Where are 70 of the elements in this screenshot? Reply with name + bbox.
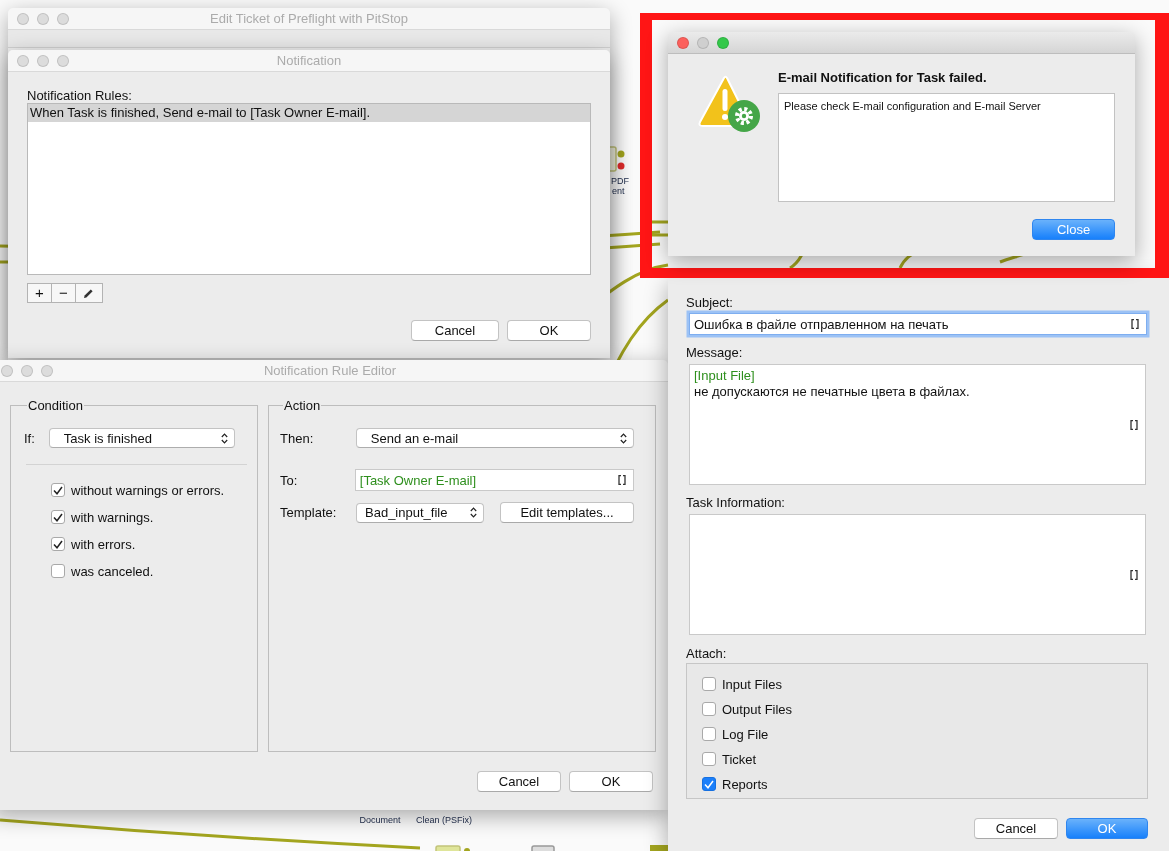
checkmark-icon [53, 539, 63, 549]
field-label: Then: [280, 430, 315, 446]
checkbox-label: Reports [722, 776, 768, 792]
field-label: Message: [686, 345, 744, 360]
warning-gear-icon [697, 75, 761, 133]
pencil-icon [83, 287, 95, 299]
checkbox-label: was canceled. [71, 563, 154, 579]
group-title: Condition [27, 398, 84, 413]
list-label: Notification Rules: [27, 88, 133, 103]
checkbox-label: with errors. [71, 536, 136, 552]
checkbox[interactable] [51, 510, 65, 524]
checkbox[interactable] [702, 727, 716, 741]
checkbox[interactable] [702, 752, 716, 766]
zoom-button[interactable] [717, 37, 729, 49]
checkbox[interactable] [702, 777, 716, 791]
ok-button[interactable]: OK [507, 320, 591, 341]
cancel-button[interactable]: Cancel [974, 818, 1058, 839]
dropdown[interactable]: Send an e-mail [355, 428, 634, 448]
updown-arrows-icon [220, 432, 228, 444]
updown-arrows-icon [470, 507, 477, 518]
field-label: Subject: [686, 295, 734, 310]
checkbox[interactable] [702, 677, 716, 691]
checkbox-label: Input Files [722, 676, 782, 692]
rule-row[interactable]: When Task is finished, Send e-mail to [Task Owner E-mail]. [28, 104, 590, 122]
node-label: Document [358, 815, 402, 825]
field-label: Template: [280, 505, 338, 520]
dropdown[interactable]: Bad_input_file [356, 502, 484, 523]
checkbox-label: without warnings or errors. [71, 482, 225, 498]
message-box: Please check E-mail configuration and E-mail Server [778, 93, 1115, 202]
brackets-icon [1131, 319, 1139, 329]
checkmark-icon [53, 485, 63, 495]
brackets-icon [1130, 420, 1138, 430]
remove-button[interactable]: − [51, 284, 76, 302]
checkbox-label: Ticket [722, 751, 757, 767]
task-information-field[interactable] [689, 514, 1146, 635]
checkmark-icon [53, 512, 63, 522]
alert-heading: E-mail Notification for Task failed. [778, 70, 988, 86]
checkbox[interactable] [51, 537, 65, 551]
field-label: To: [280, 472, 299, 488]
checkbox-label: Output Files [722, 701, 793, 717]
field-label: If: [24, 430, 35, 446]
field-label: Task Information: [686, 495, 786, 510]
node-label: PDF [611, 176, 629, 186]
recipient-field[interactable]: [Task Owner E-mail] [354, 469, 634, 491]
close-button[interactable] [677, 37, 689, 49]
node-label: Clean (PSFix) [415, 815, 473, 825]
add-button[interactable]: + [28, 284, 52, 302]
group-title: Action [283, 398, 322, 413]
node-label: ent [612, 186, 625, 196]
ok-button[interactable]: OK [569, 771, 653, 792]
window-title: Edit Ticket of Preflight with PitStop [210, 11, 408, 26]
updown-arrows-icon [620, 432, 627, 444]
field-label: Attach: [686, 646, 728, 661]
brackets-icon [1130, 569, 1138, 580]
checkbox-label: Log File [722, 726, 769, 742]
cancel-button[interactable]: Cancel [477, 771, 561, 792]
checkbox-label: with warnings. [71, 509, 154, 525]
cancel-button[interactable]: Cancel [411, 320, 499, 341]
checkbox[interactable] [51, 564, 65, 578]
checkbox[interactable] [702, 702, 716, 716]
dropdown[interactable]: Task is finished [48, 428, 235, 448]
minimize-button[interactable] [697, 37, 709, 49]
edit-templates-button[interactable]: Edit templates... [500, 502, 634, 523]
subject-field[interactable]: Ошибка в файле отправленном на печать [689, 313, 1147, 335]
window-title: Notification [276, 53, 342, 68]
window-title: Notification Rule Editor [263, 363, 397, 378]
brackets-icon [618, 475, 626, 485]
message-field[interactable]: [Input File] не допускаются не печатные цвета в файлах. [689, 364, 1146, 485]
checkbox[interactable] [51, 483, 65, 497]
checkmark-icon [704, 779, 714, 789]
